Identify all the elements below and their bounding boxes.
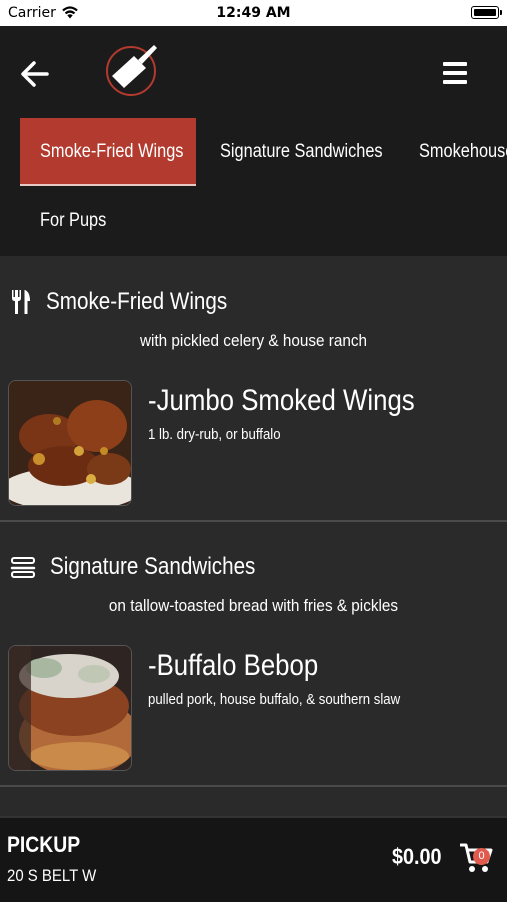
- clock: 12:49 AM: [216, 5, 291, 21]
- section-subtitle-wings: with pickled celery & house ranch: [139, 331, 368, 350]
- item-name-buffalo-bebop[interactable]: -Buffalo Bebop: [148, 649, 318, 683]
- section-divider: [0, 520, 507, 522]
- tab-signature-sandwiches[interactable]: Signature Sandwiches: [220, 141, 383, 163]
- app-header: Smoke-Fried Wings Signature Sandwiches S…: [0, 26, 507, 256]
- cart-count-badge: 0: [473, 848, 490, 865]
- item-name-jumbo-wings[interactable]: -Jumbo Smoked Wings: [148, 384, 415, 418]
- item-image-jumbo-wings[interactable]: [8, 380, 132, 506]
- sandwich-icon: [10, 557, 36, 578]
- hamburger-menu-icon[interactable]: [443, 62, 467, 84]
- battery-icon: [471, 6, 502, 19]
- category-tabs: Smoke-Fried Wings Signature Sandwiches S…: [0, 118, 507, 256]
- menu-content: Smoke-Fried Wings with pickled celery & …: [0, 256, 507, 816]
- tab-smokehouse[interactable]: Smokehouse: [419, 141, 507, 163]
- fork-knife-icon: [12, 290, 30, 314]
- item-desc-jumbo-wings: 1 lb. dry-rub, or buffalo: [148, 426, 281, 443]
- order-mode[interactable]: PICKUP: [7, 832, 80, 858]
- order-footer[interactable]: PICKUP 20 S BELT W $0.00 0: [0, 816, 507, 902]
- tab-for-pups[interactable]: For Pups: [40, 210, 106, 232]
- status-bar: Carrier 12:49 AM: [0, 0, 507, 26]
- item-image-buffalo-bebop[interactable]: [8, 645, 132, 771]
- section-divider: [0, 785, 507, 787]
- pickup-address: 20 S BELT W: [7, 866, 97, 885]
- cart-total: $0.00: [392, 844, 442, 869]
- section-title-sandwiches: Signature Sandwiches: [50, 553, 256, 580]
- arrow-left-icon[interactable]: [20, 60, 50, 88]
- item-desc-buffalo-bebop: pulled pork, house buffalo, & southern s…: [148, 691, 401, 708]
- section-title-wings: Smoke-Fried Wings: [46, 288, 228, 315]
- tab-smoke-fried-wings[interactable]: Smoke-Fried Wings: [40, 141, 183, 163]
- cleaver-logo-icon[interactable]: [102, 42, 160, 100]
- section-subtitle-sandwiches: on tallow-toasted bread with fries & pic…: [108, 596, 399, 615]
